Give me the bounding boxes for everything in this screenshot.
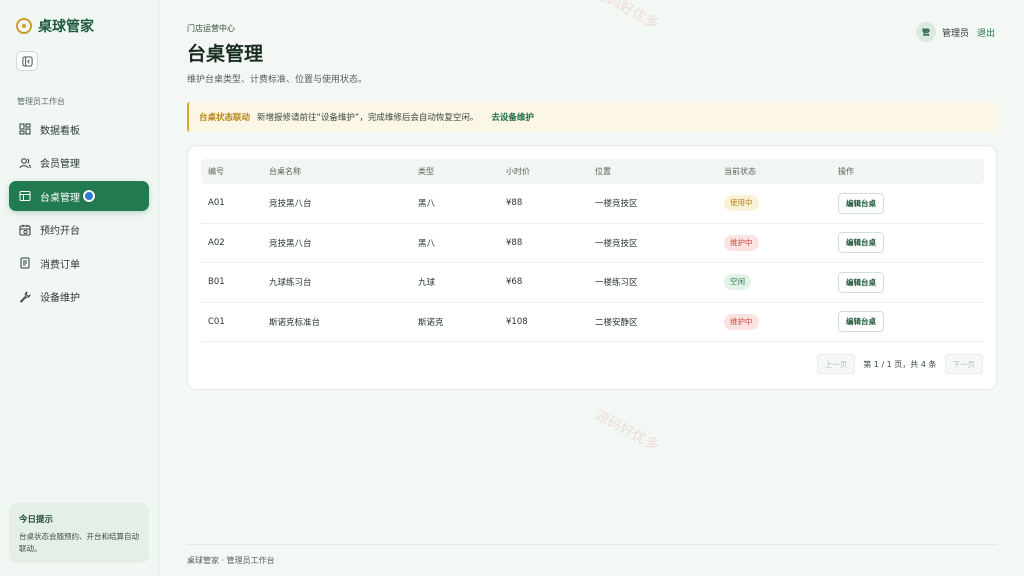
tables-table: 编号 台桌名称 类型 小时价 位置 当前状态 操作 A01 竞技黑八台 黑八 ¥…: [201, 159, 984, 342]
footer-text: 桌球管家 · 管理员工作台: [187, 556, 275, 565]
go-maintenance-link[interactable]: 去设备维护: [491, 111, 534, 123]
next-page-button[interactable]: 下一页: [944, 354, 983, 374]
dashboard-icon: [19, 123, 31, 135]
avatar[interactable]: 管: [915, 22, 936, 42]
main-content: 门店运营中心 台桌管理 维护台桌类型、计费标准、位置与使用状态。 管 管理员 退…: [187, 0, 997, 576]
table-row: C01 斯诺克标准台 斯诺克 ¥108 二楼安静区 维护中 编辑台桌: [201, 303, 984, 342]
page-title: 台桌管理: [187, 43, 264, 65]
sidebar-item-dashboard[interactable]: 数据看板: [9, 114, 149, 144]
cell-price: ¥108: [506, 316, 528, 327]
panel-collapse-icon: [21, 55, 33, 67]
status-badge: 维护中: [724, 234, 759, 251]
cell-location: 一楼练习区: [595, 278, 638, 289]
table-header: 编号 台桌名称 类型 小时价 位置 当前状态 操作: [201, 159, 984, 184]
cell-location: 一楼竞技区: [595, 238, 638, 249]
prev-page-button[interactable]: 上一页: [816, 354, 856, 374]
cell-location: 一楼竞技区: [595, 199, 638, 210]
banner-title: 台桌状态联动: [199, 113, 251, 123]
tables-card: 编号 台桌名称 类型 小时价 位置 当前状态 操作 A01 竞技黑八台 黑八 ¥…: [187, 145, 997, 390]
cell-price: ¥68: [506, 277, 523, 288]
cell-id: A01: [208, 198, 225, 209]
breadcrumb: 门店运营中心: [187, 24, 235, 33]
user-name: 管理员: [941, 28, 969, 39]
cell-id: C01: [208, 316, 225, 327]
brand[interactable]: 桌球管家: [16, 16, 94, 36]
cell-name: 竞技黑八台: [269, 238, 312, 249]
wrench-icon: [19, 290, 31, 303]
column-header: 当前状态: [724, 167, 756, 176]
sidebar-item-members[interactable]: 会员管理: [9, 148, 149, 178]
banner-text: 新增报修请前往“设备维护”，完成维修后会自动恢复空闲。: [257, 113, 479, 123]
user-area: 管 管理员 退出: [915, 22, 995, 42]
logout-link[interactable]: 退出: [977, 26, 995, 39]
status-badge: 维护中: [724, 313, 759, 330]
column-header: 操作: [838, 167, 854, 176]
sidebar-item-label: 会员管理: [40, 159, 80, 170]
status-badge: 空闲: [724, 274, 751, 291]
table-row: A01 竞技黑八台 黑八 ¥88 一楼竞技区 使用中 编辑台桌: [201, 184, 984, 224]
sidebar-item-tables[interactable]: 台桌管理: [9, 181, 149, 211]
sidebar-item-orders[interactable]: 消费订单: [9, 248, 149, 278]
sidebar-item-label: 设备维护: [40, 293, 80, 304]
tip-text: 台桌状态会随预约、开台和结算自动联动。: [19, 532, 139, 553]
status-badge: 使用中: [724, 195, 759, 212]
notice-banner: 台桌状态联动 新增报修请前往“设备维护”，完成维修后会自动恢复空闲。 去设备维护: [187, 102, 997, 132]
sidebar-collapse-button[interactable]: [16, 51, 38, 71]
cell-name: 竞技黑八台: [269, 199, 312, 210]
cell-name: 斯诺克标准台: [269, 317, 321, 328]
sidebar-item-label: 消费订单: [40, 259, 80, 271]
cell-type: 斯诺克: [418, 317, 444, 328]
page-description: 维护台桌类型、计费标准、位置与使用状态。: [187, 75, 368, 85]
cell-price: ¥88: [506, 237, 523, 248]
cell-type: 九球: [418, 278, 436, 289]
column-header: 小时价: [506, 167, 530, 176]
edit-table-button[interactable]: 编辑台桌: [838, 192, 884, 214]
cursor-indicator: [83, 190, 95, 202]
cell-id: B01: [208, 277, 225, 288]
sidebar-item-label: 预约开台: [40, 226, 80, 237]
table-row: B01 九球练习台 九球 ¥68 一楼练习区 空闲 编辑台桌: [201, 263, 984, 303]
cell-type: 黑八: [418, 199, 436, 210]
cell-price: ¥88: [506, 198, 523, 209]
billiard-logo-icon: [16, 18, 32, 34]
table-icon: [19, 191, 31, 201]
sidebar-item-booking[interactable]: 预约开台: [9, 215, 149, 245]
table-row: A02 竞技黑八台 黑八 ¥88 一楼竞技区 维护中 编辑台桌: [201, 224, 984, 263]
tip-title: 今日提示: [19, 515, 54, 525]
app-name: 桌球管家: [38, 19, 94, 35]
cell-location: 二楼安静区: [595, 317, 638, 328]
pagination: 上一页 第 1 / 1 页，共 4 条 下一页: [816, 354, 983, 374]
column-header: 位置: [595, 167, 611, 176]
cell-type: 黑八: [418, 238, 436, 249]
calendar-icon: [19, 224, 31, 235]
sidebar-section-title: 管理员工作台: [17, 97, 65, 106]
sidebar-nav: 数据看板 会员管理 台桌管理 预约开台 消费订单 设备维护: [9, 114, 149, 315]
page-info: 第 1 / 1 页，共 4 条: [863, 359, 937, 369]
daily-tip-card: 今日提示 台桌状态会随预约、开台和结算自动联动。: [9, 503, 149, 563]
edit-table-button[interactable]: 编辑台桌: [838, 232, 884, 254]
column-header: 类型: [418, 167, 434, 176]
cell-name: 九球练习台: [269, 278, 312, 289]
sidebar: 桌球管家 管理员工作台 数据看板 会员管理 台桌管理 预约开台 消费订单 设备维…: [0, 0, 159, 576]
column-header: 台桌名称: [269, 167, 301, 176]
receipt-icon: [20, 257, 30, 269]
users-icon: [19, 157, 31, 168]
cell-id: A02: [208, 237, 225, 248]
sidebar-item-maintenance[interactable]: 设备维护: [9, 282, 149, 312]
sidebar-item-label: 台桌管理: [40, 192, 80, 204]
sidebar-item-label: 数据看板: [40, 125, 80, 137]
column-header: 编号: [208, 167, 224, 176]
footer-divider: [187, 544, 997, 545]
edit-table-button[interactable]: 编辑台桌: [838, 311, 884, 333]
edit-table-button[interactable]: 编辑台桌: [838, 271, 884, 293]
